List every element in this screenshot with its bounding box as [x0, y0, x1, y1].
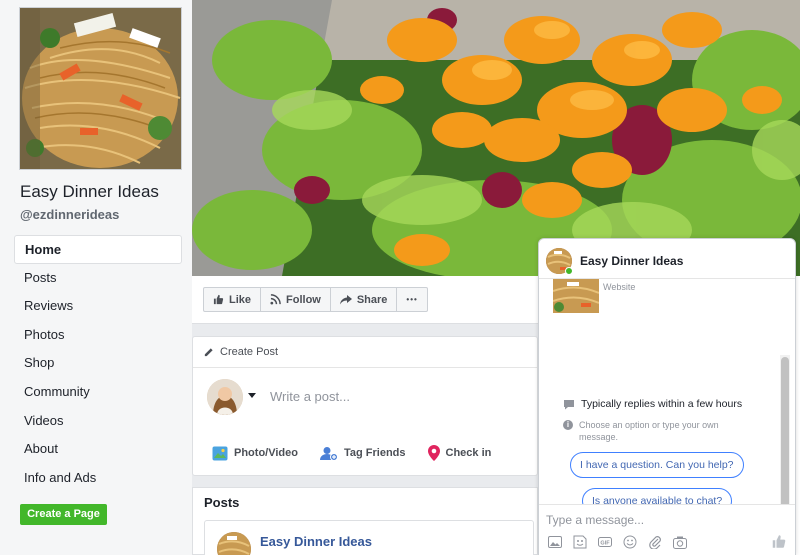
chat-composer: Type a message... GIF [539, 504, 795, 555]
noodle-thumbnail-image [553, 279, 599, 313]
composer-tools: GIF [547, 535, 688, 549]
create-post-box: Create Post Write a post... Photo/Video … [192, 336, 538, 476]
sidebar-item-info-and-ads[interactable]: Info and Ads [14, 464, 182, 493]
share-button[interactable]: Share [331, 288, 398, 311]
more-options-button[interactable]: ••• [397, 288, 426, 311]
send-like-icon[interactable] [771, 534, 787, 554]
cover-photo[interactable] [192, 0, 800, 276]
chat-title[interactable]: Easy Dinner Ideas [580, 254, 683, 268]
sidebar-item-shop[interactable]: Shop [14, 349, 182, 378]
sidebar-nav: Home Posts Reviews Photos Shop Community… [14, 235, 182, 492]
create-post-title: Create Post [220, 346, 279, 358]
info-icon: i [563, 420, 573, 430]
posts-section: Posts Easy Dinner Ideas [192, 487, 538, 555]
chevron-down-icon[interactable] [248, 393, 256, 398]
photo-video-label: Photo/Video [234, 447, 298, 459]
salad-cover-image [192, 0, 800, 276]
share-label: Share [356, 293, 388, 306]
page-profile-picture[interactable] [19, 7, 182, 170]
follow-label: Follow [286, 293, 321, 306]
avatar[interactable] [217, 532, 251, 555]
sidebar-item-photos[interactable]: Photos [14, 321, 182, 350]
attachment-icon[interactable] [647, 535, 663, 549]
right-edge [796, 276, 800, 555]
sidebar-item-community[interactable]: Community [14, 378, 182, 407]
avatar[interactable] [207, 379, 243, 415]
message-input[interactable]: Type a message... [546, 513, 644, 527]
tag-friends-label: Tag Friends [343, 447, 406, 459]
chat-header[interactable]: Easy Dinner Ideas [539, 239, 795, 279]
tag-friends-button[interactable]: Tag Friends [319, 445, 406, 461]
rss-follow-icon [270, 294, 281, 305]
gif-icon[interactable]: GIF [597, 535, 613, 549]
page-action-buttons: Like Follow Share ••• [203, 287, 428, 312]
emoji-icon[interactable] [622, 535, 638, 549]
sticker-icon[interactable] [572, 535, 588, 549]
option-hint-text: Choose an option or type your own messag… [579, 420, 719, 442]
left-column: Easy Dinner Ideas @ezdinnerideas Home Po… [0, 0, 192, 555]
create-post-actions: Photo/Video Tag Friends Check in [212, 445, 491, 461]
image-icon[interactable] [547, 535, 563, 549]
page-action-bar: Like Follow Share ••• [192, 276, 538, 324]
quick-reply-question-button[interactable]: I have a question. Can you help? [570, 452, 744, 478]
sidebar-item-home[interactable]: Home [14, 235, 182, 264]
share-arrow-icon [339, 295, 352, 305]
reply-time-note: Typically replies within a few hours [563, 398, 742, 410]
write-post-input[interactable]: Write a post... [270, 389, 350, 404]
check-in-button[interactable]: Check in [427, 445, 492, 461]
speech-bubble-icon [564, 399, 574, 409]
svg-text:GIF: GIF [600, 541, 610, 547]
page-handle[interactable]: @ezdinnerideas [20, 207, 119, 222]
pencil-icon [204, 347, 213, 356]
sidebar-item-videos[interactable]: Videos [14, 407, 182, 436]
website-label: Website [603, 282, 636, 292]
noodle-dish-image [20, 8, 181, 169]
check-in-label: Check in [445, 447, 492, 459]
reply-time-text: Typically replies within a few hours [581, 398, 743, 410]
chat-body: Website Typically replies within a few h… [539, 279, 795, 541]
sidebar-item-reviews[interactable]: Reviews [14, 292, 182, 321]
like-button[interactable]: Like [204, 288, 262, 311]
sidebar-item-posts[interactable]: Posts [14, 264, 182, 293]
messenger-chat-panel: Easy Dinner Ideas Website Typically repl… [538, 238, 796, 555]
user-avatar-image [207, 379, 243, 415]
photo-video-button[interactable]: Photo/Video [212, 445, 298, 461]
create-post-header[interactable]: Create Post [203, 346, 278, 358]
divider [193, 367, 537, 368]
website-thumbnail[interactable] [553, 279, 599, 313]
sidebar-item-about[interactable]: About [14, 435, 182, 464]
posts-section-title: Posts [204, 495, 240, 510]
noodle-avatar-image [217, 532, 251, 555]
page-title[interactable]: Easy Dinner Ideas [20, 182, 159, 202]
create-page-button[interactable]: Create a Page [20, 504, 107, 525]
tag-friends-icon [319, 446, 338, 461]
more-options-icon: ••• [406, 295, 418, 304]
photo-icon [212, 446, 228, 460]
option-hint: i Choose an option or type your own mess… [563, 419, 753, 443]
like-label: Like [229, 293, 252, 306]
thumbs-up-icon [213, 294, 224, 305]
location-pin-icon [427, 445, 440, 461]
follow-button[interactable]: Follow [261, 288, 331, 311]
camera-icon[interactable] [672, 535, 688, 549]
online-status-dot [565, 267, 573, 275]
post-author-link[interactable]: Easy Dinner Ideas [260, 534, 372, 549]
post-card: Easy Dinner Ideas [204, 520, 534, 555]
